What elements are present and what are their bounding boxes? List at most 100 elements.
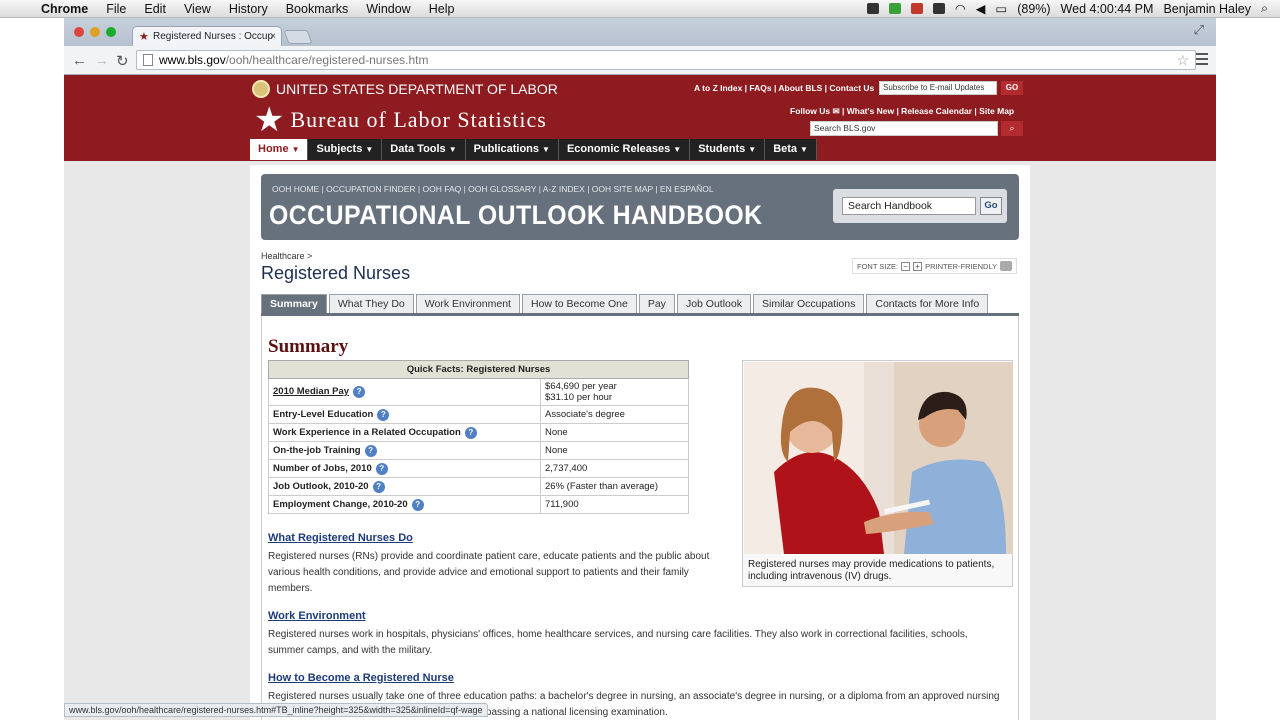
printer-friendly-link[interactable]: PRINTER-FRIENDLY xyxy=(925,262,997,271)
window-controls xyxy=(74,27,116,37)
nav-economic-releases[interactable]: Economic Releases ▼ xyxy=(559,139,691,160)
nav-students[interactable]: Students ▼ xyxy=(690,139,766,160)
subscribe-go-button[interactable]: GO xyxy=(1001,81,1023,95)
nav-home[interactable]: Home ▼ xyxy=(250,139,309,160)
menu-file[interactable]: File xyxy=(97,2,135,16)
help-icon[interactable]: ? xyxy=(464,426,477,439)
tab-how-to-become-one[interactable]: How to Become One xyxy=(521,294,637,314)
fact-value: Associate's degree xyxy=(540,405,689,424)
url-host: www.bls.gov xyxy=(159,53,226,67)
caret-down-icon: ▼ xyxy=(748,145,757,154)
tab-similar-occupations[interactable]: Similar Occupations xyxy=(752,294,865,314)
caret-down-icon: ▼ xyxy=(542,145,550,154)
caret-down-icon: ▼ xyxy=(673,145,682,154)
terminal-tray-icon[interactable] xyxy=(866,3,879,14)
menu-bookmarks[interactable]: Bookmarks xyxy=(277,2,358,16)
fullscreen-icon[interactable]: ⤢ xyxy=(1194,22,1204,38)
fact-label: Entry-Level Education xyxy=(273,408,374,420)
page-tools: FONT SIZE: − + PRINTER-FRIENDLY xyxy=(852,258,1018,274)
fact-value: 711,900 xyxy=(540,495,689,514)
bls-search-button-icon[interactable]: ⌕ xyxy=(1001,121,1023,136)
help-icon[interactable]: ? xyxy=(377,408,390,421)
tab-work-environment[interactable]: Work Environment xyxy=(415,294,520,314)
tab-job-outlook[interactable]: Job Outlook xyxy=(676,294,751,314)
menu-edit[interactable]: Edit xyxy=(135,2,175,16)
handbook-go-button[interactable]: Go xyxy=(980,197,1002,215)
bls-favicon-icon: ★ xyxy=(139,31,149,43)
nav-data-tools[interactable]: Data Tools ▼ xyxy=(382,139,466,160)
font-decrease-icon[interactable]: − xyxy=(901,261,911,271)
median-pay-hour: $31.10 per hour xyxy=(545,392,613,403)
tab-summary[interactable]: Summary xyxy=(261,294,327,314)
median-pay-link[interactable]: 2010 Median Pay xyxy=(273,386,349,397)
app-tray-icon[interactable] xyxy=(910,3,923,14)
chrome-menu-icon[interactable] xyxy=(1196,53,1208,68)
close-window-button[interactable] xyxy=(74,27,84,37)
ooh-nav-links[interactable]: OOH HOME | OCCUPATION FINDER | OOH FAQ |… xyxy=(272,184,714,194)
minimize-window-button[interactable] xyxy=(90,27,100,37)
sync-tray-icon[interactable] xyxy=(888,3,901,14)
bls-logo[interactable]: ★ Bureau of Labor Statistics xyxy=(254,103,547,137)
new-tab-button[interactable] xyxy=(283,30,313,44)
browser-tab-active[interactable]: ★ Registered Nurses : Occup × xyxy=(132,26,282,46)
help-icon[interactable]: ? xyxy=(375,462,388,475)
ooh-title[interactable]: OCCUPATIONAL OUTLOOK HANDBOOK xyxy=(269,200,763,231)
help-icon[interactable]: ? xyxy=(353,386,366,398)
volume-icon[interactable]: ◀ xyxy=(976,1,986,16)
printer-icon[interactable] xyxy=(1000,261,1013,271)
breadcrumb[interactable]: Healthcare > xyxy=(261,251,312,261)
zoom-window-button[interactable] xyxy=(106,27,116,37)
tab-pay[interactable]: Pay xyxy=(638,294,675,314)
url-path: /ooh/healthcare/registered-nurses.htm xyxy=(225,53,429,67)
forward-button-icon[interactable]: → xyxy=(94,52,109,69)
help-icon[interactable]: ? xyxy=(372,480,385,493)
battery-icon[interactable]: ▭ xyxy=(995,1,1007,16)
menu-history[interactable]: History xyxy=(220,2,277,16)
photo-figure: Registered nurses may provide medication… xyxy=(742,360,1013,587)
nav-subjects[interactable]: Subjects ▼ xyxy=(308,139,383,160)
email-subscribe-input[interactable]: Subscribe to E-mail Updates xyxy=(879,81,997,95)
browser-toolbar: ← → ↻ www.bls.gov/ooh/healthcare/registe… xyxy=(64,46,1216,75)
fact-label: Job Outlook, 2010-20 xyxy=(273,480,369,492)
bls-star-logo-icon: ★ xyxy=(254,101,285,139)
tab-what-they-do[interactable]: What They Do xyxy=(328,294,414,314)
close-tab-icon[interactable]: × xyxy=(270,31,276,42)
page-title: Registered Nurses xyxy=(261,263,411,283)
utility-links[interactable]: A to Z Index | FAQs | About BLS | Contac… xyxy=(694,83,874,93)
spotlight-search-icon[interactable]: ⌕ xyxy=(1261,1,1268,16)
font-increase-icon[interactable]: + xyxy=(913,261,923,271)
main-nav: Home ▼ Subjects ▼ Data Tools ▼ Publications… xyxy=(250,139,817,160)
wifi-icon[interactable]: ◠ xyxy=(955,1,966,16)
fact-value: 26% (Faster than average) xyxy=(540,477,689,496)
reload-button-icon[interactable]: ↻ xyxy=(116,52,129,70)
help-icon[interactable]: ? xyxy=(411,498,424,511)
ooh-banner: OOH HOME | OCCUPATION FINDER | OOH FAQ |… xyxy=(261,174,1019,240)
handbook-search-input[interactable]: Search Handbook xyxy=(842,197,976,215)
menu-window[interactable]: Window xyxy=(357,2,419,16)
section-heading-what-they-do[interactable]: What Registered Nurses Do xyxy=(268,532,413,544)
menu-app-name[interactable]: Chrome xyxy=(32,2,97,16)
address-bar[interactable]: www.bls.gov/ooh/healthcare/registered-nu… xyxy=(136,50,1196,70)
menubar-clock[interactable]: Wed 4:00:44 PM xyxy=(1061,2,1154,16)
nav-beta[interactable]: Beta ▼ xyxy=(765,139,817,160)
table-row: Work Experience in a Related Occupation?… xyxy=(268,423,689,442)
bls-search-input[interactable]: Search BLS.gov xyxy=(810,121,998,136)
follow-links[interactable]: Follow Us ✉ | What's New | Release Calen… xyxy=(790,106,1014,117)
caret-down-icon: ▼ xyxy=(291,145,300,154)
fact-value: None xyxy=(540,423,689,442)
dol-banner[interactable]: UNITED STATES DEPARTMENT OF LABOR xyxy=(252,78,558,100)
department-name: UNITED STATES DEPARTMENT OF LABOR xyxy=(276,81,558,97)
menu-help[interactable]: Help xyxy=(420,2,464,16)
dol-seal-icon xyxy=(252,80,270,98)
fact-value: None xyxy=(540,441,689,460)
drive-tray-icon[interactable] xyxy=(932,3,945,14)
menubar-user[interactable]: Benjamin Haley xyxy=(1163,2,1251,16)
menu-view[interactable]: View xyxy=(175,2,220,16)
nav-publications[interactable]: Publications ▼ xyxy=(466,139,559,160)
bookmark-star-icon[interactable]: ☆ xyxy=(1176,52,1189,69)
tab-contacts[interactable]: Contacts for More Info xyxy=(866,294,989,314)
back-button-icon[interactable]: ← xyxy=(72,52,87,69)
help-icon[interactable]: ? xyxy=(364,444,377,457)
section-heading-work-environment[interactable]: Work Environment xyxy=(268,610,366,622)
section-heading-how-to-become[interactable]: How to Become a Registered Nurse xyxy=(268,672,454,684)
